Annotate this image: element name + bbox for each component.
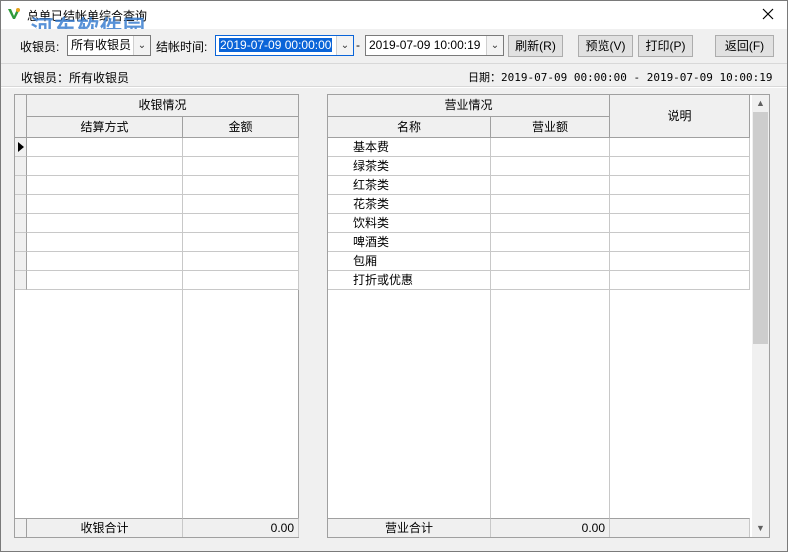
scroll-up-icon[interactable]: ▲	[752, 95, 769, 112]
row-indicator[interactable]	[15, 233, 27, 252]
business-grid: 营业情况 名称 营业额 说明 基本费 绿茶类 红茶类 花茶类 饮料类 啤酒类 包厢 打折或优惠…	[327, 94, 770, 538]
start-time-value: 2019-07-09 00:00:00	[219, 38, 333, 52]
row-indicator[interactable]	[15, 252, 27, 271]
business-group-header: 营业情况	[328, 95, 610, 117]
row-indicator[interactable]	[15, 157, 27, 176]
end-time-value: 2019-07-09 10:00:19	[369, 38, 481, 52]
business-item-name[interactable]: 包厢	[328, 252, 491, 271]
cashier-total-label: 收银合计	[27, 518, 183, 537]
cashier-select-value: 所有收银员	[71, 38, 132, 52]
column-header-amount[interactable]: 金额	[183, 117, 299, 138]
business-item-revenue[interactable]	[491, 214, 610, 233]
table-cell[interactable]	[27, 233, 183, 252]
refresh-button[interactable]: 刷新(R)	[508, 35, 563, 57]
end-time-picker[interactable]: 2019-07-09 10:00:19 ⌄	[365, 35, 504, 56]
column-divider	[182, 138, 183, 518]
column-divider	[490, 138, 491, 518]
cashier-grid: 收银情况 结算方式 金额 收银合计 0.00	[14, 94, 299, 538]
table-cell[interactable]	[27, 195, 183, 214]
column-header-revenue[interactable]: 营业额	[491, 117, 610, 138]
table-cell[interactable]	[27, 157, 183, 176]
row-indicator[interactable]	[15, 176, 27, 195]
business-item-note[interactable]	[610, 195, 750, 214]
table-cell[interactable]	[183, 214, 299, 233]
business-item-name[interactable]: 花茶类	[328, 195, 491, 214]
business-item-name[interactable]: 饮料类	[328, 214, 491, 233]
scroll-thumb[interactable]	[753, 112, 768, 344]
table-cell[interactable]	[27, 271, 183, 290]
cashier-select[interactable]: 所有收银员 ⌄	[67, 35, 151, 56]
column-header-note[interactable]: 说明	[610, 95, 750, 138]
business-item-name[interactable]: 打折或优惠	[328, 271, 491, 290]
column-header-name[interactable]: 名称	[328, 117, 491, 138]
business-total-note	[610, 518, 750, 537]
business-item-note[interactable]	[610, 214, 750, 233]
main-window: 总单已结帐单综合查询 河东软件园 www.pc0359.cn 收银员: 所有收银…	[0, 0, 788, 552]
chevron-down-icon[interactable]: ⌄	[336, 36, 353, 55]
business-item-note[interactable]	[610, 138, 750, 157]
column-divider	[609, 138, 610, 518]
grid-area: 收银情况 结算方式 金额 收银合计 0.00 营业情况 名称 营业额 说明 基本…	[1, 88, 787, 551]
business-item-name[interactable]: 基本费	[328, 138, 491, 157]
business-item-revenue[interactable]	[491, 271, 610, 290]
start-time-picker[interactable]: 2019-07-09 00:00:00 ⌄	[215, 35, 354, 56]
cashier-group-header: 收银情况	[27, 95, 299, 117]
title-bar: 总单已结帐单综合查询 河东软件园 www.pc0359.cn	[1, 1, 787, 52]
table-cell[interactable]	[183, 252, 299, 271]
row-indicator[interactable]	[15, 138, 27, 157]
business-item-revenue[interactable]	[491, 195, 610, 214]
business-item-revenue[interactable]	[491, 138, 610, 157]
table-cell[interactable]	[27, 214, 183, 233]
table-cell[interactable]	[183, 176, 299, 195]
app-logo-icon	[8, 8, 20, 19]
business-item-name[interactable]: 啤酒类	[328, 233, 491, 252]
cashier-total-value: 0.00	[183, 518, 299, 537]
row-pointer-icon	[18, 142, 24, 152]
preview-button[interactable]: 预览(V)	[578, 35, 633, 57]
table-cell[interactable]	[27, 252, 183, 271]
table-cell[interactable]	[183, 271, 299, 290]
chevron-down-icon[interactable]: ⌄	[133, 36, 150, 55]
business-item-note[interactable]	[610, 176, 750, 195]
time-separator: -	[356, 38, 360, 52]
business-item-note[interactable]	[610, 271, 750, 290]
business-item-note[interactable]	[610, 252, 750, 271]
info-date-range: 日期：2019-07-09 00:00:00 - 2019-07-09 10:0…	[468, 71, 773, 84]
business-item-name[interactable]: 红茶类	[328, 176, 491, 195]
table-cell[interactable]	[183, 233, 299, 252]
business-item-note[interactable]	[610, 157, 750, 176]
chevron-down-icon[interactable]: ⌄	[486, 36, 503, 55]
row-indicator[interactable]	[15, 195, 27, 214]
table-cell[interactable]	[183, 195, 299, 214]
table-cell[interactable]	[183, 157, 299, 176]
business-item-revenue[interactable]	[491, 252, 610, 271]
column-header-settlement[interactable]: 结算方式	[27, 117, 183, 138]
vertical-scrollbar[interactable]: ▲ ▼	[752, 95, 769, 537]
toolbar: 收银员: 所有收银员 ⌄ 结帐时间: 2019-07-09 00:00:00 ⌄…	[1, 29, 787, 63]
back-button[interactable]: 返回(F)	[715, 35, 774, 57]
info-cashier: 收银员：所有收银员	[21, 71, 130, 85]
row-indicator[interactable]	[15, 214, 27, 233]
business-item-revenue[interactable]	[491, 176, 610, 195]
close-icon	[762, 8, 774, 20]
print-button[interactable]: 打印(P)	[638, 35, 693, 57]
business-item-revenue[interactable]	[491, 157, 610, 176]
business-total-label: 营业合计	[328, 518, 491, 537]
info-bar: 收银员：所有收银员 日期：2019-07-09 00:00:00 - 2019-…	[1, 63, 787, 87]
window-title: 总单已结帐单综合查询	[27, 9, 148, 23]
business-item-name[interactable]: 绿茶类	[328, 157, 491, 176]
footer-corner	[15, 518, 27, 537]
scroll-down-icon[interactable]: ▼	[752, 520, 769, 537]
cashier-label: 收银员:	[20, 40, 60, 54]
business-item-note[interactable]	[610, 233, 750, 252]
table-cell[interactable]	[183, 138, 299, 157]
business-total-value: 0.00	[491, 518, 610, 537]
close-button[interactable]	[755, 3, 781, 25]
row-indicator[interactable]	[15, 271, 27, 290]
grid-corner	[15, 95, 27, 138]
table-cell[interactable]	[27, 138, 183, 157]
table-cell[interactable]	[27, 176, 183, 195]
settle-time-label: 结帐时间:	[156, 40, 208, 54]
business-item-revenue[interactable]	[491, 233, 610, 252]
